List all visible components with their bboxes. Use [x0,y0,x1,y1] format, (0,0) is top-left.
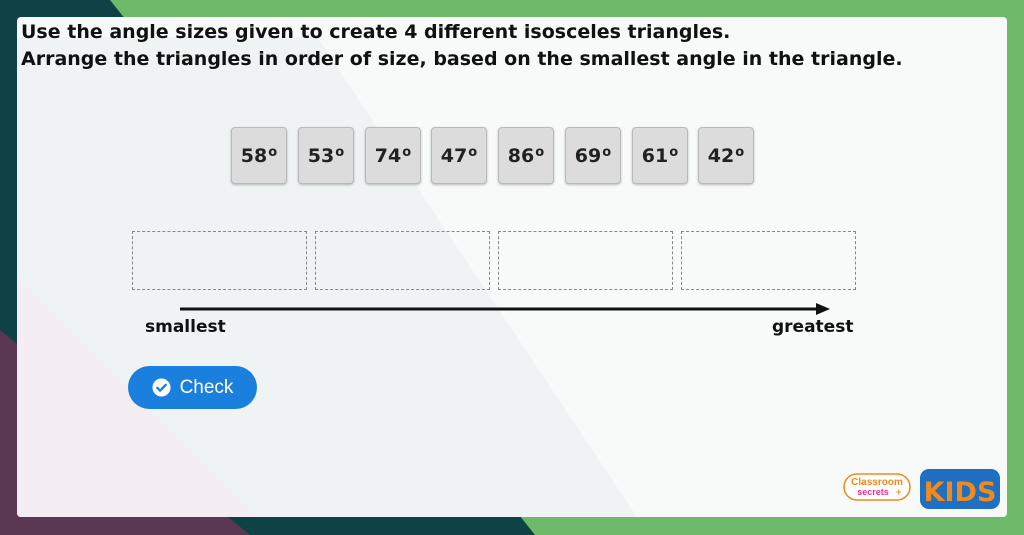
angle-value: 86 [507,144,535,167]
drop-slot-2[interactable] [315,231,490,290]
degree-symbol: o [468,145,478,160]
angle-tile[interactable]: 61 o [632,127,688,184]
instruction-line-1: Use the angle sizes given to create 4 di… [21,21,731,43]
angle-tile[interactable]: 58 o [231,127,287,184]
angle-value: 61 [641,144,669,167]
drop-slot-1[interactable] [132,231,307,290]
angle-tile[interactable]: 74 o [365,127,421,184]
angle-tile[interactable]: 86 o [498,127,554,184]
drop-slot-3[interactable] [498,231,673,290]
degree-symbol: o [268,145,278,160]
check-button[interactable]: Check [128,366,257,409]
angle-value: 69 [574,144,602,167]
instructions: Use the angle sizes given to create 4 di… [21,19,903,73]
angle-value: 47 [440,144,468,167]
drop-slot-4[interactable] [681,231,856,290]
classroom-secrets-kids-logo: Classroom secrets + KIDS [843,469,1000,509]
instruction-line-2: Arrange the triangles in order of size, … [21,48,903,70]
degree-symbol: o [335,145,345,160]
axis-start-label: smallest [145,317,226,337]
angle-value: 42 [707,144,735,167]
svg-text:secrets: secrets [857,487,889,497]
svg-text:KIDS: KIDS [924,477,997,508]
angle-tile[interactable]: 42 o [698,127,754,184]
check-button-label: Check [179,376,234,398]
activity-panel: Use the angle sizes given to create 4 di… [17,17,1007,517]
degree-symbol: o [735,145,745,160]
angle-tile[interactable]: 47 o [431,127,487,184]
degree-symbol: o [402,145,412,160]
axis-end-label: greatest [772,317,854,337]
angle-value: 53 [307,144,335,167]
degree-symbol: o [535,145,545,160]
size-order-arrow [180,303,830,315]
angle-value: 58 [240,144,268,167]
degree-symbol: o [602,145,612,160]
check-circle-icon [152,378,171,397]
degree-symbol: o [669,145,679,160]
angle-tile[interactable]: 69 o [565,127,621,184]
angle-value: 74 [374,144,402,167]
angle-tile[interactable]: 53 o [298,127,354,184]
svg-text:+: + [896,487,901,497]
